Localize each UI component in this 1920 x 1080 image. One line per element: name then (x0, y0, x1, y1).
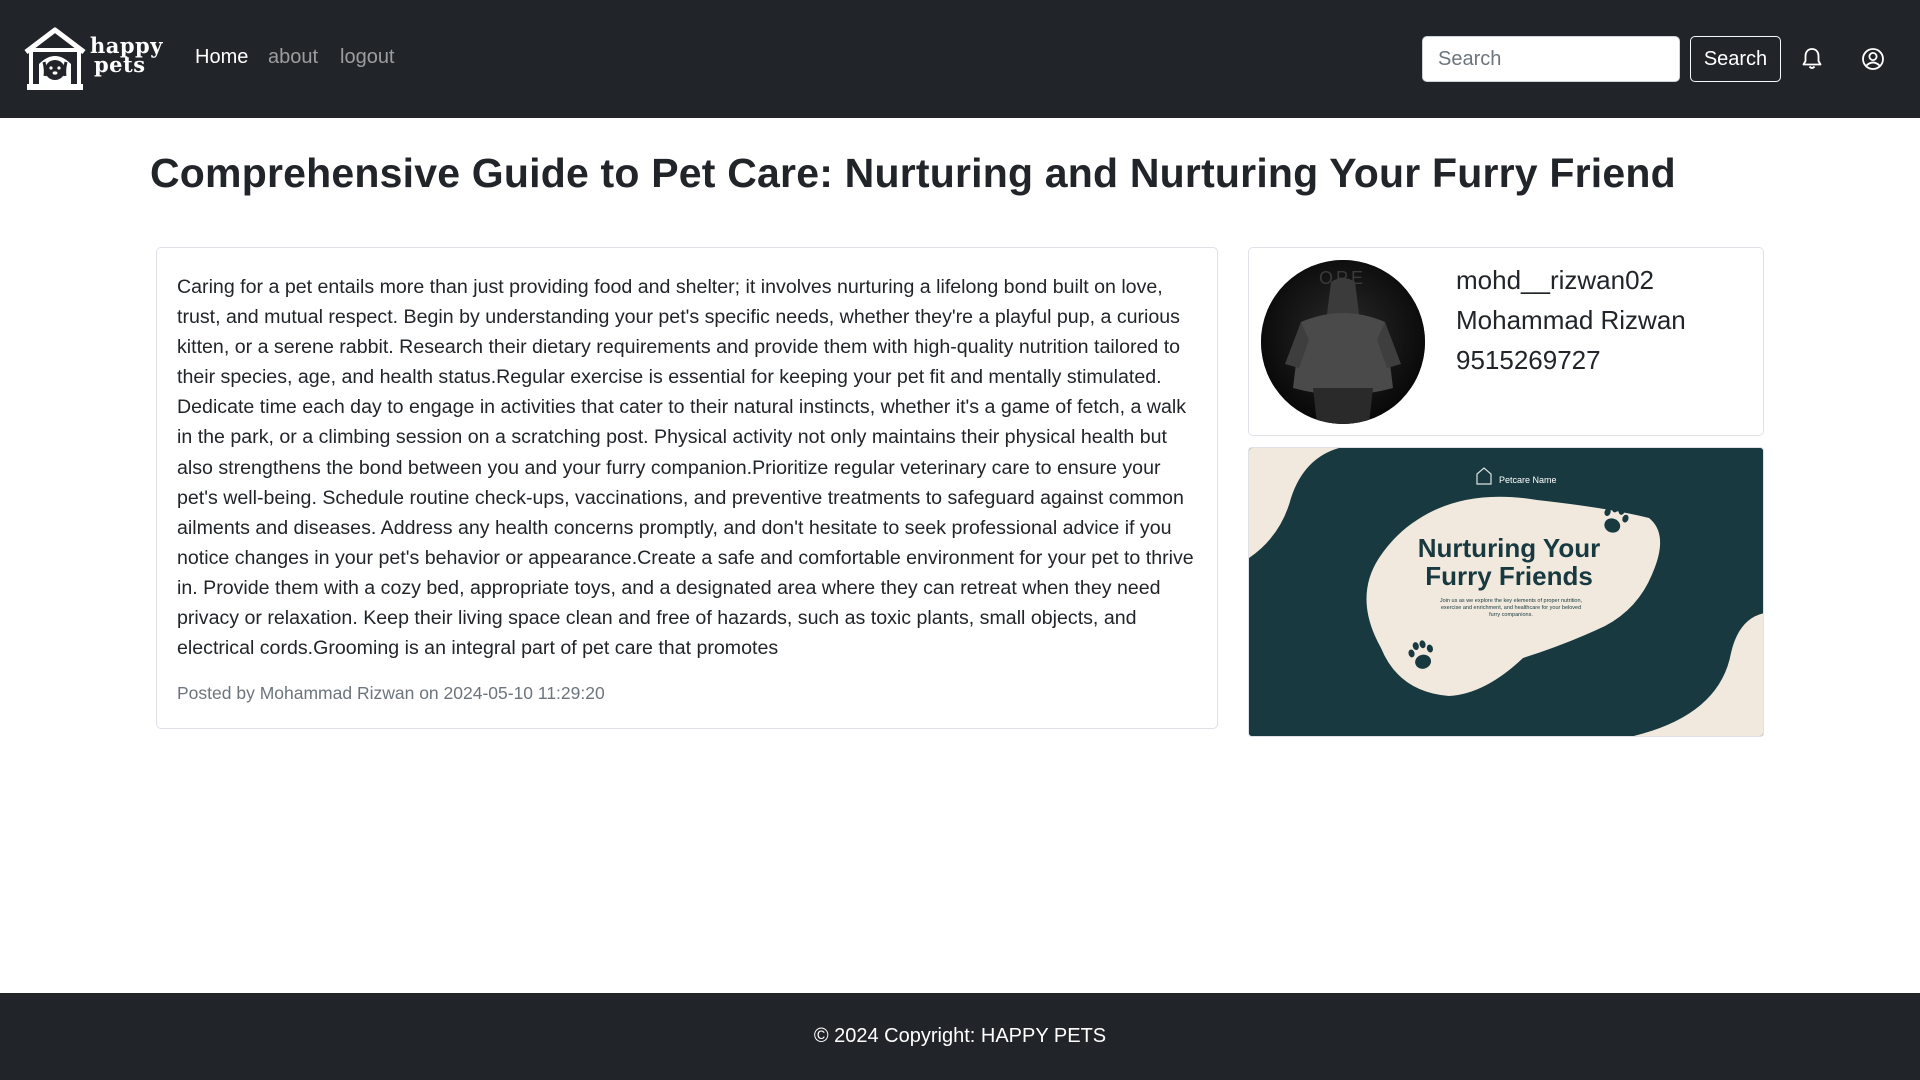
banner-headline-1: Nurturing Your (1418, 533, 1600, 563)
avatar[interactable]: OPE (1261, 260, 1425, 424)
banner-brand: Petcare Name (1499, 475, 1557, 485)
bell-icon[interactable] (1799, 46, 1825, 72)
brand-logo[interactable]: happy pets (22, 26, 164, 92)
post-meta: Posted by Mohammad Rizwan on 2024-05-10 … (177, 683, 605, 703)
promo-banner-image: Petcare Name Nurturing Your Furry Friend… (1248, 447, 1764, 737)
profile-info: mohd__rizwan02 Mohammad Rizwan 951526972… (1456, 260, 1686, 380)
profile-card: OPE mohd__rizwan02 Mohammad Rizwan 95152… (1248, 247, 1764, 436)
profile-phone: 9515269727 (1456, 345, 1601, 375)
post-body: Caring for a pet entails more than just … (177, 276, 1194, 660)
banner-subtext-2: exercise and enrichment, and healthcare … (1441, 605, 1581, 611)
profile-full-name: Mohammad Rizwan (1456, 305, 1686, 335)
post-card: Caring for a pet entails more than just … (156, 247, 1218, 729)
nav-link-about[interactable]: about (268, 46, 318, 69)
doghouse-logo-icon (24, 27, 86, 90)
banner-subtext-1: Join us as we explore the key elements o… (1440, 598, 1583, 604)
navbar: happy pets Home about logout Search (0, 0, 1920, 118)
footer-copyright: © 2024 Copyright: HAPPY PETS (813, 1025, 1107, 1047)
page-title: Comprehensive Guide to Pet Care: Nurturi… (150, 150, 1676, 196)
nav-link-home[interactable]: Home (195, 46, 248, 69)
user-circle-icon[interactable] (1860, 46, 1886, 72)
footer: © 2024 Copyright: HAPPY PETS (0, 993, 1920, 1080)
search-button[interactable]: Search (1690, 36, 1781, 82)
search-input[interactable] (1422, 36, 1680, 82)
profile-username: mohd__rizwan02 (1456, 265, 1655, 295)
banner-headline-2: Furry Friends (1425, 561, 1593, 591)
banner-subtext-3: furry companions. (1489, 612, 1533, 618)
brand-name: happy pets (90, 33, 163, 77)
nav-link-logout[interactable]: logout (340, 46, 395, 69)
